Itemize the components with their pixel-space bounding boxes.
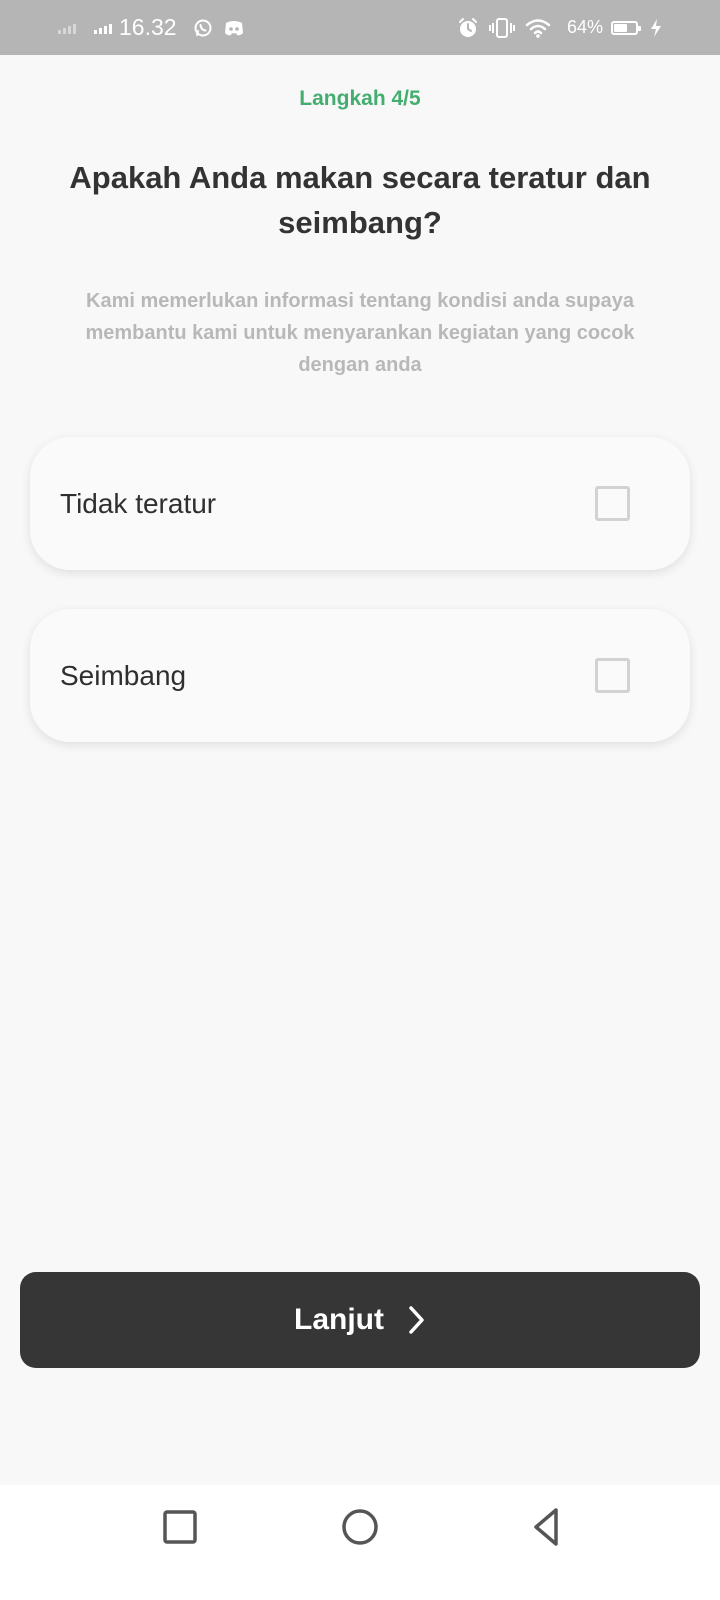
- chevron-right-icon: [409, 1306, 424, 1334]
- discord-icon: [224, 20, 243, 35]
- option-tidak-teratur[interactable]: Tidak teratur: [30, 437, 690, 570]
- option-checkbox[interactable]: [595, 658, 630, 693]
- whatsapp-icon: [194, 19, 212, 36]
- option-seimbang[interactable]: Seimbang: [30, 609, 690, 742]
- battery-icon: [611, 20, 641, 35]
- secondary-signal-icon: [58, 22, 76, 34]
- navigation-bar: [0, 1485, 720, 1600]
- status-left: 16.32: [58, 0, 245, 55]
- step-indicator: Langkah 4/5: [299, 87, 421, 110]
- charging-icon: [651, 18, 661, 37]
- recent-apps-icon[interactable]: [158, 1505, 202, 1549]
- status-bar: 16.32 64%: [0, 0, 720, 55]
- vibrate-icon: [488, 17, 515, 38]
- alarm-icon: [458, 17, 477, 37]
- back-icon[interactable]: [526, 1505, 570, 1549]
- wifi-icon: [525, 18, 551, 38]
- next-button[interactable]: Lanjut: [20, 1272, 700, 1368]
- home-icon[interactable]: [338, 1505, 382, 1549]
- question-title: Apakah Anda makan secara teratur dan sei…: [69, 160, 651, 240]
- option-label: Seimbang: [60, 660, 187, 691]
- signal-icon: [94, 22, 112, 34]
- status-time: 16.32: [119, 14, 177, 40]
- option-label: Tidak teratur: [60, 488, 217, 519]
- battery-percent: 64%: [566, 17, 603, 37]
- option-checkbox[interactable]: [595, 486, 630, 521]
- question-description: Kami memerlukan informasi tentang kondis…: [85, 290, 635, 376]
- battery-level: [614, 23, 627, 32]
- status-right: 64%: [457, 0, 662, 55]
- next-button-label: Lanjut: [294, 1303, 384, 1336]
